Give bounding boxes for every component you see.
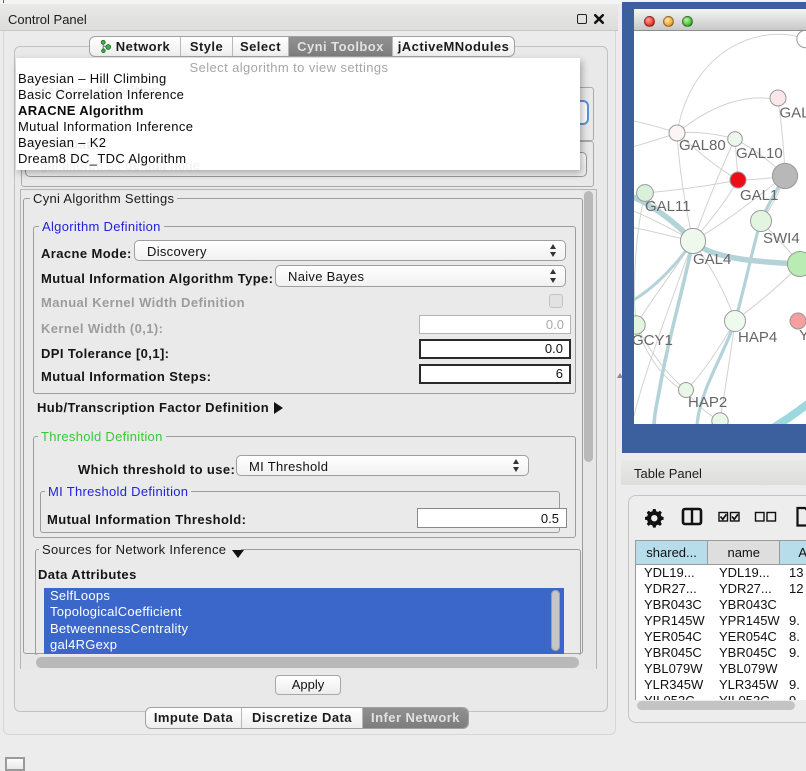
svg-text:Y: Y (799, 327, 806, 344)
svg-text:GAL1: GAL1 (740, 187, 778, 204)
svg-text:GAL80: GAL80 (679, 137, 726, 154)
svg-text:GAL11: GAL11 (645, 198, 691, 215)
svg-text:HAP4: HAP4 (738, 329, 777, 346)
svg-text:HAP2: HAP2 (688, 394, 727, 411)
svg-text:GAL7: GAL7 (780, 105, 806, 122)
svg-text:GAL10: GAL10 (736, 145, 783, 162)
svg-text:GAL4: GAL4 (693, 251, 731, 268)
svg-text:SWI4: SWI4 (763, 230, 800, 247)
svg-text:GCY1: GCY1 (634, 332, 673, 349)
